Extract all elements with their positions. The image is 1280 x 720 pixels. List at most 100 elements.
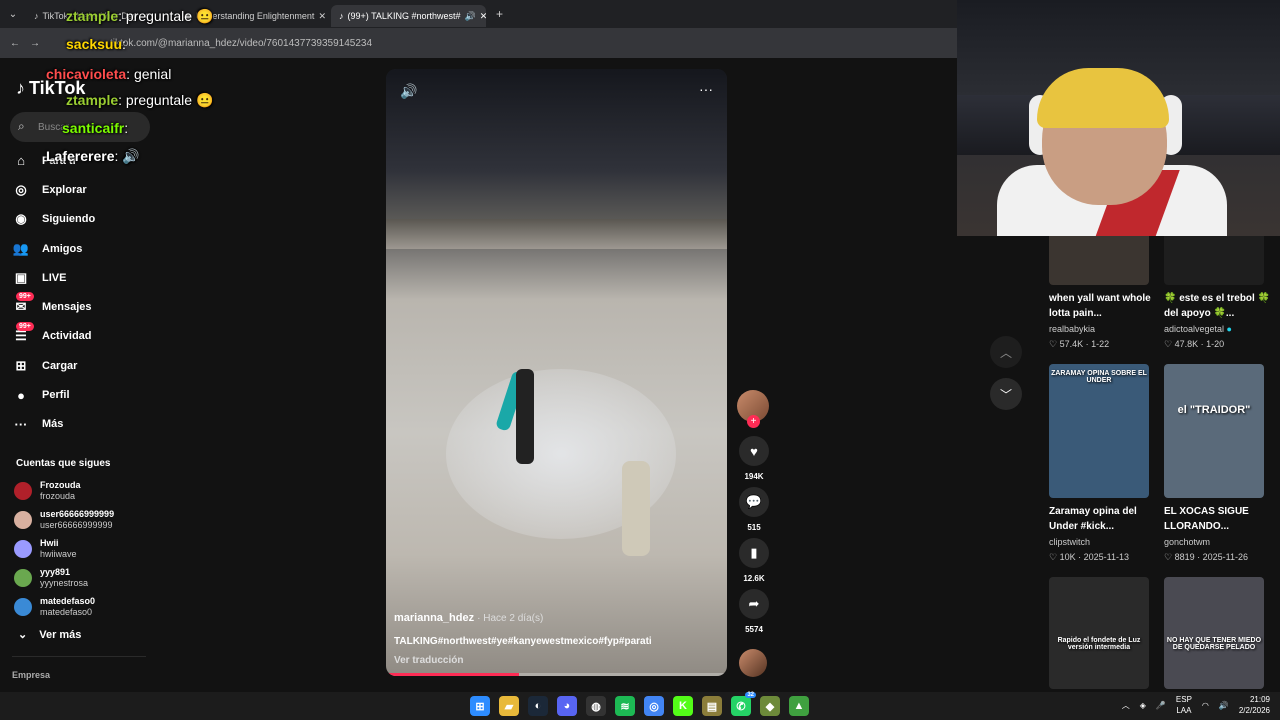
- sidebar-item-cargar[interactable]: ⊞ Cargar: [12, 351, 152, 380]
- video-thumbnail[interactable]: ZARAMAY OPINA SOBRE EL UNDER: [1049, 364, 1149, 498]
- video-thumbnail[interactable]: el "TRAIDOR": [1164, 364, 1264, 498]
- heart-icon: ♡: [1049, 552, 1060, 562]
- sidebar-item-explorar[interactable]: ◎ Explorar: [12, 175, 152, 204]
- video-thumbnail[interactable]: NO HAY QUE TENER MIEDO DE QUEDARSE PELAD…: [1164, 577, 1264, 689]
- scroll-down-button[interactable]: ﹀: [990, 378, 1022, 410]
- chevron-up-icon[interactable]: ︿: [1122, 700, 1130, 711]
- comment-action[interactable]: 💬 515: [737, 487, 771, 532]
- clock[interactable]: 21:09 2/2/2026: [1239, 694, 1270, 716]
- author-name: realbabykia: [1049, 324, 1096, 334]
- see-more-button[interactable]: ⌄ Ver más: [18, 628, 81, 642]
- webcam-beanie: [1037, 68, 1169, 128]
- video-author[interactable]: gonchotwm: [1164, 537, 1274, 547]
- minecraft-icon[interactable]: ▲: [789, 696, 809, 716]
- follow-plus-icon[interactable]: +: [747, 415, 760, 428]
- author-avatar[interactable]: +: [737, 390, 769, 428]
- share-icon[interactable]: ➦: [739, 589, 769, 619]
- steam-icon[interactable]: ◐: [528, 696, 548, 716]
- verified-icon: ●: [1224, 324, 1232, 334]
- speaker-icon[interactable]: 🔊: [464, 11, 475, 22]
- video-thumbnail[interactable]: Rapido el fondete de Luz versión interme…: [1049, 577, 1149, 689]
- video-title[interactable]: Zaramay opina del Under #kick...: [1049, 504, 1159, 534]
- close-icon[interactable]: ✕: [318, 11, 326, 22]
- video-title[interactable]: EL XOCAS SIGUE LLORANDO...: [1164, 504, 1274, 534]
- video-title[interactable]: 🍀 este es el trebol 🍀 del apoyo 🍀...: [1164, 291, 1274, 321]
- video-caption[interactable]: TALKING#northwest#ye#kanyewestmexico#fyp…: [394, 636, 714, 647]
- windows-start-icon[interactable]: ⊞: [470, 696, 490, 716]
- sidebar-item-label: Explorar: [42, 183, 87, 196]
- video-author[interactable]: marianna_hdez · Hace 2 día(s): [394, 612, 714, 624]
- video-player[interactable]: 🔊 ··· marianna_hdez · Hace 2 día(s) TALK…: [386, 69, 727, 676]
- friends-icon: 👥: [12, 240, 30, 256]
- whatsapp-icon[interactable]: ✆ 32: [731, 692, 756, 716]
- following-account[interactable]: user66666999999 user66666999999: [14, 505, 154, 534]
- save-action[interactable]: ▮ 12.6K: [737, 538, 771, 583]
- new-tab-button[interactable]: +: [496, 7, 503, 21]
- game-icon[interactable]: ◆: [760, 696, 780, 716]
- more-icon: ···: [14, 416, 28, 432]
- video-meta: marianna_hdez · Hace 2 día(s) TALKING#no…: [394, 612, 714, 666]
- back-icon[interactable]: ←: [10, 38, 20, 49]
- tab-label: Understanding Enlightenment: [195, 11, 315, 21]
- following-account[interactable]: Frozouda frozouda: [14, 476, 154, 505]
- sidebar-item-siguiendo[interactable]: ◉ Siguiendo: [12, 205, 152, 234]
- recommended-video-card[interactable]: NO HAY QUE TENER MIEDO DE QUEDARSE PELAD…: [1164, 577, 1274, 689]
- file-explorer-icon[interactable]: ▰: [499, 696, 519, 716]
- sidebar-item-amigos[interactable]: 👥 Amigos: [12, 234, 152, 263]
- sidebar-item-actividad[interactable]: ☰ 99+ Actividad: [12, 321, 152, 351]
- obs-icon[interactable]: ◍: [586, 696, 606, 716]
- activity-icon: ☰: [15, 328, 27, 344]
- volume-icon[interactable]: 🔊: [1219, 701, 1229, 710]
- close-icon[interactable]: ✕: [480, 11, 486, 22]
- tab-menu-icon[interactable]: ⌄: [0, 9, 26, 20]
- video-stands: [386, 219, 727, 249]
- following-list: Frozouda frozouda user66666999999 user66666…: [14, 476, 154, 621]
- recommended-video-card[interactable]: ZARAMAY OPINA SOBRE EL UNDER Zaramay opin…: [1049, 364, 1159, 563]
- sidebar-item-perfil[interactable]: ● Perfil: [12, 380, 152, 409]
- following-account[interactable]: Hwii hwiiwave: [14, 534, 154, 563]
- kick-icon[interactable]: K: [673, 696, 693, 716]
- microphone-icon[interactable]: 🎤: [1156, 701, 1166, 710]
- sidebar-item-label: Amigos: [42, 242, 83, 255]
- recommended-video-card[interactable]: Rapido el fondete de Luz versión interme…: [1049, 577, 1159, 689]
- like-action[interactable]: ♥ 194K: [737, 436, 771, 481]
- video-username[interactable]: marianna_hdez: [394, 612, 474, 624]
- following-text: Hwii hwiiwave: [40, 538, 77, 560]
- network-icon[interactable]: ◈: [1140, 701, 1146, 710]
- music-disc[interactable]: [739, 649, 767, 677]
- browser-tab-active[interactable]: ♪ (99+) TALKING #northwest# 🔊 ✕: [331, 5, 486, 27]
- chrome-icon[interactable]: ◎: [644, 696, 664, 716]
- bookmark-icon[interactable]: ▮: [739, 538, 769, 568]
- language-indicator[interactable]: ESP LAA: [1176, 694, 1192, 716]
- wifi-icon[interactable]: ◠: [1202, 701, 1209, 710]
- chevron-up-icon: ︿: [999, 345, 1012, 360]
- footer-link[interactable]: Empresa: [12, 670, 50, 680]
- recommended-video-card[interactable]: el "TRAIDOR" EL XOCAS SIGUE LLORANDO... go…: [1164, 364, 1274, 563]
- volume-icon[interactable]: 🔊: [400, 83, 417, 100]
- translate-link[interactable]: Ver traducción: [394, 655, 714, 666]
- spotify-icon[interactable]: ≋: [615, 696, 635, 716]
- video-date: 2025-11-13: [1083, 552, 1129, 562]
- sidebar-item-label: Más: [42, 418, 64, 431]
- video-progress-bar[interactable]: [386, 673, 727, 676]
- discord-icon[interactable]: ◕: [557, 696, 577, 716]
- forward-icon[interactable]: →: [30, 38, 40, 49]
- video-title[interactable]: when yall want whole lotta pain...: [1049, 291, 1159, 321]
- sidebar-item-label: LIVE: [42, 271, 67, 284]
- url-field[interactable]: tiktok.com/@marianna_hdez/video/76014377…: [110, 38, 372, 49]
- following-account[interactable]: matedefaso0 matedefaso0: [14, 592, 154, 621]
- video-author[interactable]: clipstwitch: [1049, 537, 1159, 547]
- sidebar-item-más[interactable]: ··· Más: [12, 410, 152, 439]
- video-author[interactable]: adictoalvegetal ●: [1164, 324, 1274, 334]
- chess-icon[interactable]: ▤: [702, 696, 722, 716]
- share-action[interactable]: ➦ 5574: [737, 589, 771, 634]
- sidebar-item-mensajes[interactable]: ✉ 99+ Mensajes: [12, 292, 152, 321]
- video-stats: ♡ 10K · 2025-11-13: [1049, 552, 1159, 563]
- comment-icon[interactable]: 💬: [739, 487, 769, 517]
- scroll-up-button[interactable]: ︿: [990, 336, 1022, 368]
- video-author[interactable]: realbabykia: [1049, 324, 1159, 334]
- following-account[interactable]: yyy891 yyynestrosa: [14, 563, 154, 592]
- heart-icon[interactable]: ♥: [739, 436, 769, 466]
- sidebar-item-live[interactable]: ▣ LIVE: [12, 263, 152, 292]
- more-options-icon[interactable]: ···: [699, 81, 713, 97]
